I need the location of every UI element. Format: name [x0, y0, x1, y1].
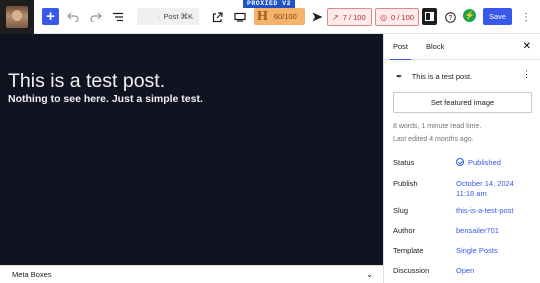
send-icon — [312, 12, 322, 22]
post-title[interactable]: This is a test post. — [8, 70, 165, 93]
proxied-badge: PROXIED V2 — [243, 0, 296, 8]
status-text: Published — [468, 158, 501, 167]
preview-button[interactable] — [233, 8, 247, 26]
h-score-value: 60/100 — [273, 12, 297, 21]
post-summary-title: This is a test post. — [411, 71, 473, 81]
editor-canvas[interactable]: This is a test post. Nothing to see here… — [0, 34, 383, 265]
help-icon: ? — [444, 11, 456, 23]
settings-sidebar: Post Block ✕ ✒ This is a test post. ⋮ Se… — [383, 34, 540, 283]
h-logo-icon: H — [257, 8, 268, 24]
options-menu-button[interactable]: ⋮ — [521, 8, 531, 26]
jetpack-button[interactable]: ⚡ — [463, 9, 476, 22]
content-score-button[interactable]: ◎ 0 / 100 — [375, 8, 419, 26]
publish-date: October 14, 2024 — [456, 179, 514, 188]
help-button[interactable]: ? — [444, 8, 456, 26]
meta-boxes-label: Meta Boxes — [12, 270, 52, 279]
author-label: Author — [393, 226, 416, 235]
status-value[interactable]: Published — [456, 158, 501, 168]
readability-score-button[interactable]: H 60/100 — [254, 8, 305, 25]
undo-icon — [67, 12, 79, 22]
list-view-button[interactable] — [111, 8, 125, 26]
post-summary: ✒ This is a test post. ⋮ — [396, 69, 531, 83]
redo-button[interactable] — [89, 8, 103, 26]
dot-icon: · — [157, 12, 161, 21]
save-button[interactable]: Save — [483, 8, 512, 25]
svg-text:?: ? — [448, 15, 452, 22]
external-link-icon — [212, 11, 223, 22]
last-edited: Last edited 4 months ago. — [393, 136, 474, 143]
sidebar-tabs: Post Block ✕ — [384, 34, 540, 60]
editor-toolbar: + · Post ⌘K PROXIED V2 H 60/100 ↗ 7 / 100 … — [0, 0, 540, 34]
doc-title-label: Post ⌘K — [163, 12, 193, 21]
plus-icon: + — [46, 8, 55, 25]
publish-label: Publish — [393, 179, 418, 188]
trend-icon: ↗ — [332, 12, 339, 22]
bolt-icon: ⚡ — [464, 11, 475, 20]
chevron-down-icon[interactable]: ⌄ — [366, 270, 373, 279]
post-paragraph[interactable]: Nothing to see here. Just a simple test. — [8, 93, 203, 105]
discussion-label: Discussion — [393, 266, 430, 275]
seo-score-value: 7 / 100 — [342, 12, 366, 22]
more-vertical-icon[interactable]: ⋮ — [522, 69, 531, 80]
content-score-value: 0 / 100 — [390, 12, 414, 22]
publish-time: 11:18 am — [456, 189, 487, 198]
meta-boxes-panel[interactable]: Meta Boxes ⌄ — [0, 265, 383, 283]
set-featured-image-button[interactable]: Set featured image — [393, 92, 532, 113]
send-button[interactable] — [311, 8, 323, 26]
settings-panel-icon — [425, 12, 434, 21]
template-value[interactable]: Single Posts — [456, 246, 498, 256]
published-check-icon — [456, 158, 464, 166]
slug-label: Slug — [393, 206, 409, 215]
author-value[interactable]: bensailer701 — [456, 226, 499, 236]
settings-toggle-button[interactable] — [422, 8, 437, 25]
publish-value[interactable]: October 14, 2024 11:18 am — [456, 179, 514, 199]
redo-icon — [90, 12, 102, 22]
view-post-button[interactable] — [211, 8, 223, 26]
command-palette-button[interactable]: · Post ⌘K — [137, 8, 199, 25]
close-icon[interactable]: ✕ — [523, 34, 531, 60]
desktop-preview-icon — [234, 12, 246, 22]
template-label: Template — [393, 246, 424, 255]
status-label: Status — [393, 158, 415, 167]
tab-block[interactable]: Block — [426, 34, 444, 60]
block-inserter-button[interactable]: + — [42, 8, 59, 25]
undo-button[interactable] — [66, 8, 80, 26]
more-vertical-icon: ⋮ — [521, 11, 531, 23]
target-icon: ◎ — [380, 12, 387, 22]
avatar — [6, 6, 28, 28]
list-view-icon — [113, 12, 123, 22]
site-avatar[interactable] — [0, 0, 34, 34]
tab-post[interactable]: Post — [389, 34, 412, 60]
word-count: 8 words, 1 minute read time. — [393, 123, 482, 130]
feather-icon: ✒ — [396, 71, 403, 81]
discussion-value[interactable]: Open — [456, 266, 474, 276]
seo-score-button[interactable]: ↗ 7 / 100 — [327, 8, 372, 26]
slug-value[interactable]: this-is-a-test-post — [456, 206, 514, 216]
